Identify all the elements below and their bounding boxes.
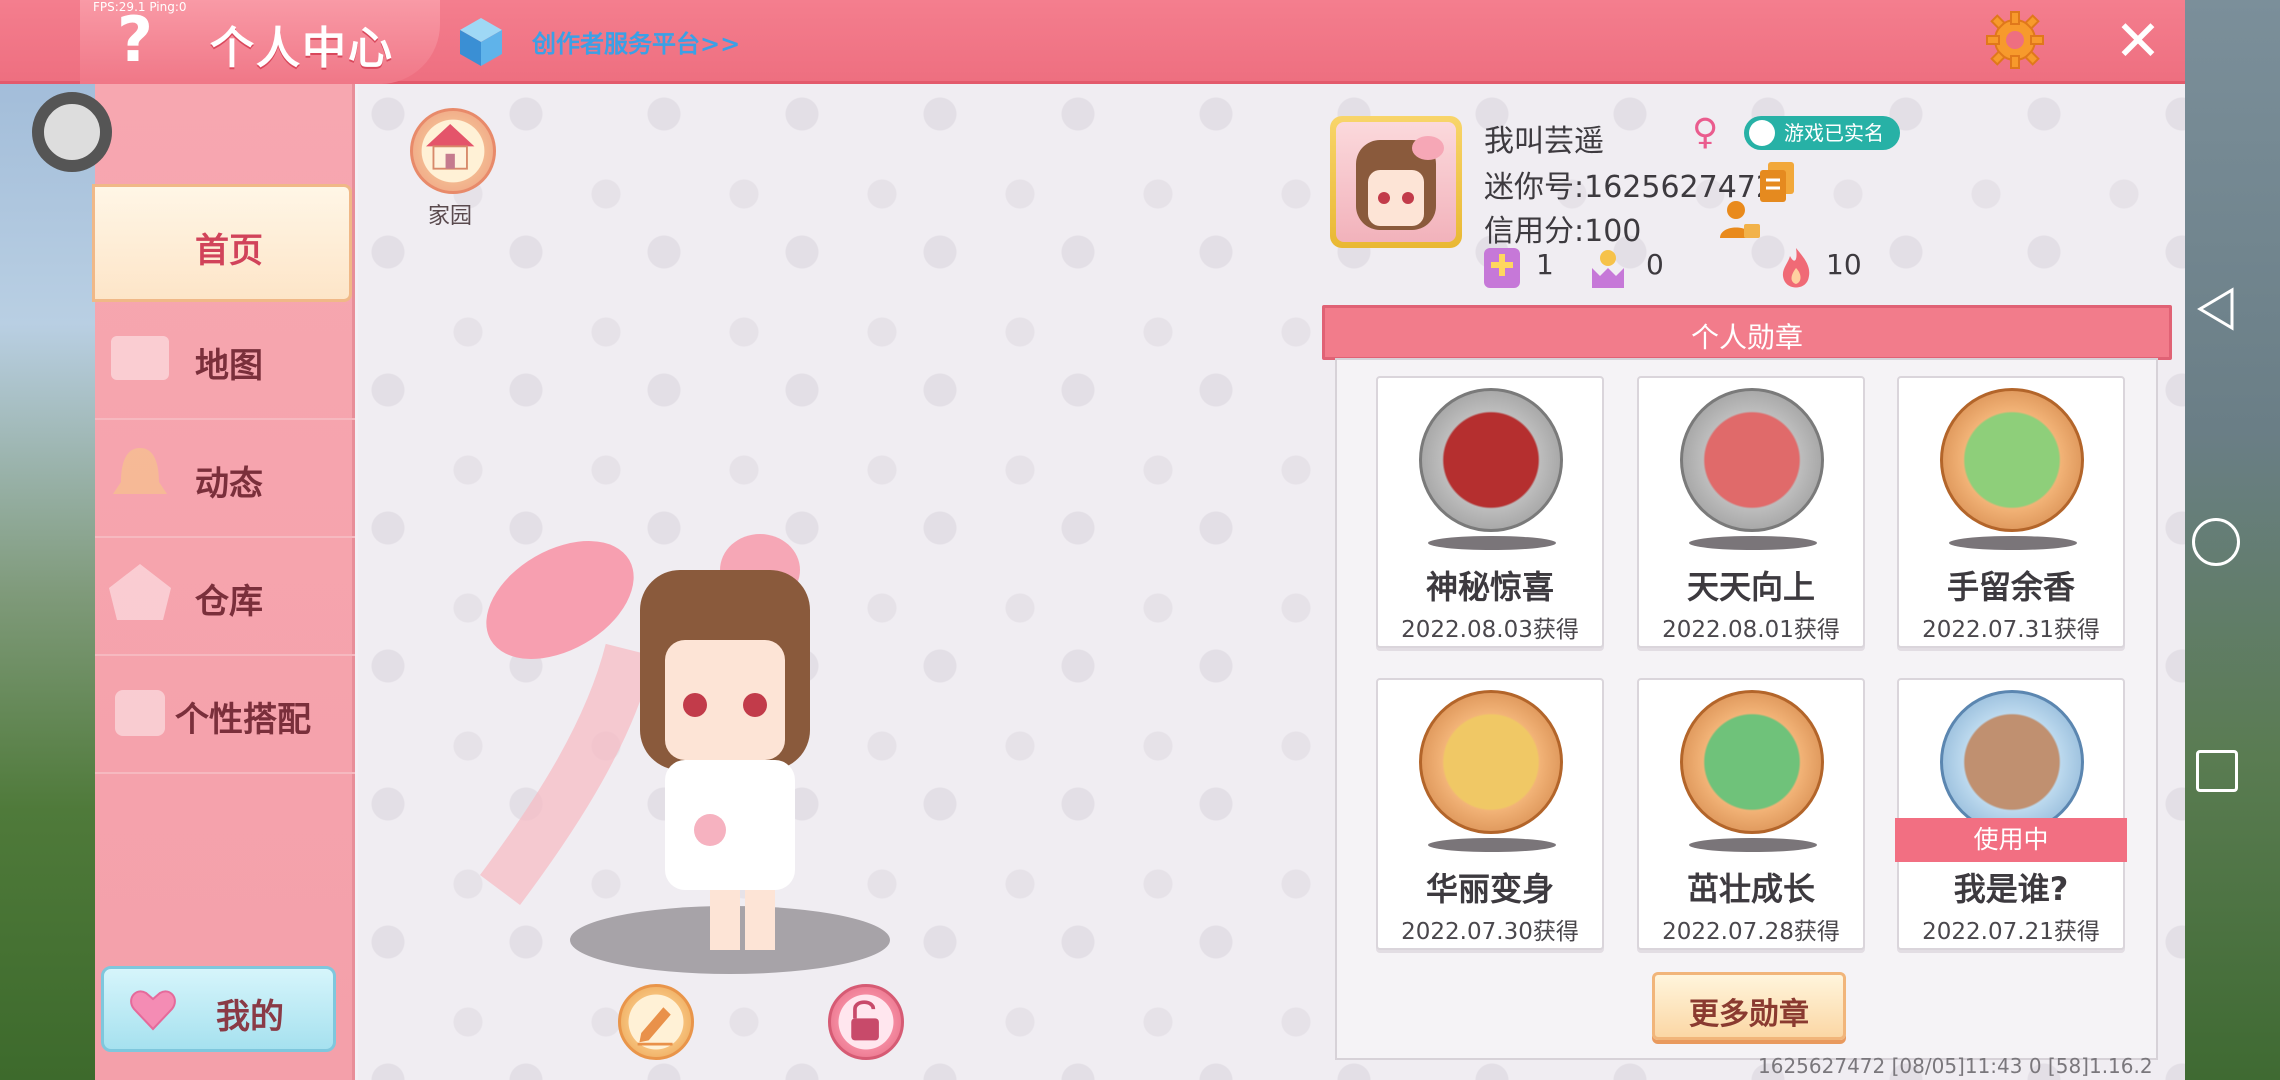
- home-label: 家园: [428, 204, 473, 229]
- back-icon[interactable]: [2196, 286, 2236, 332]
- person-card-icon[interactable]: [1718, 198, 1762, 242]
- house-icon: [426, 124, 475, 170]
- medal-header: 个人勋章: [1322, 305, 2172, 360]
- medal-card[interactable]: 手留余香 2022.07.31获得: [1897, 376, 2125, 648]
- popularity-count: 10: [1826, 248, 1862, 281]
- medal-date: 2022.07.21获得: [1922, 919, 2100, 945]
- medal-date: 2022.07.31获得: [1922, 617, 2100, 643]
- creator-platform-link[interactable]: 创作者服务平台>>: [532, 24, 740, 59]
- sidebar-item-map[interactable]: 地图: [95, 302, 355, 420]
- page-title: 个人中心: [210, 23, 394, 74]
- recent-apps-icon[interactable]: [2196, 750, 2238, 792]
- medal-name: 手留余香: [1946, 568, 2075, 606]
- sidebar-item-label: 个性搭配: [175, 700, 311, 740]
- growth-medal-icon: [1680, 690, 1824, 834]
- credit-score: 信用分:100: [1484, 214, 1642, 249]
- character-avatar: [479, 534, 890, 974]
- sidebar-item-label: 仓库: [195, 582, 263, 622]
- female-icon: ♀: [1692, 112, 1719, 153]
- sidebar-item-home[interactable]: 首页: [92, 184, 352, 302]
- sidebar-item-feed[interactable]: 动态: [95, 420, 355, 538]
- home-button[interactable]: [410, 108, 496, 194]
- medal-name: 茁壮成长: [1686, 870, 1815, 908]
- fans-count: 0: [1646, 248, 1664, 281]
- more-medals-button[interactable]: 更多勋章: [1652, 972, 1846, 1040]
- medal-date: 2022.08.01获得: [1662, 617, 1840, 643]
- gift-medal-icon: [1419, 388, 1563, 532]
- sidebar-item-label: 地图: [195, 346, 263, 386]
- medal-shadow: [1689, 838, 1817, 852]
- transform-medal-icon: [1419, 690, 1563, 834]
- close-icon[interactable]: ✕: [2108, 12, 2168, 72]
- footer-info: 1625627472 [08/05]11:43 0 [58]1.16.2: [1758, 1054, 2153, 1078]
- medal-shadow: [1428, 838, 1556, 852]
- add-friend-icon[interactable]: [1482, 246, 1522, 290]
- medal-date: 2022.08.03获得: [1401, 617, 1579, 643]
- outfit-icon: [115, 690, 165, 736]
- calendar-medal-icon: [1680, 388, 1824, 532]
- floating-assistive-ball[interactable]: [32, 92, 112, 172]
- sidebar: 首页 地图 动态 仓库 个性搭配: [92, 84, 355, 1080]
- medal-name: 我是谁?: [1953, 870, 2069, 908]
- verified-label: 游戏已实名: [1784, 121, 1884, 145]
- verified-badge: 游戏已实名: [1744, 116, 1900, 150]
- medal-card[interactable]: 华丽变身 2022.07.30获得: [1376, 678, 1604, 950]
- medal-shadow: [1949, 536, 2077, 550]
- medal-name: 天天向上: [1686, 568, 1815, 606]
- unlock-icon: [851, 1000, 879, 1041]
- pencil-icon: [637, 1007, 673, 1046]
- sidebar-item-label: 首页: [195, 231, 263, 271]
- medal-header-label: 个人勋章: [1690, 321, 1803, 354]
- cube-icon[interactable]: [458, 16, 504, 68]
- heart-icon: [130, 990, 176, 1031]
- my-button[interactable]: 我的: [101, 966, 336, 1052]
- sidebar-item-outfit[interactable]: 个性搭配: [95, 656, 355, 774]
- more-medals-label: 更多勋章: [1689, 997, 1809, 1032]
- medal-date: 2022.07.30获得: [1401, 919, 1579, 945]
- medal-shadow: [1689, 536, 1817, 550]
- medal-card[interactable]: 茁壮成长 2022.07.28获得: [1637, 678, 1865, 950]
- gear-icon[interactable]: [1985, 10, 2045, 70]
- medal-card[interactable]: 神秘惊喜 2022.08.03获得: [1376, 376, 1604, 648]
- fans-icon[interactable]: [1588, 246, 1628, 290]
- copy-icon[interactable]: [1758, 160, 1796, 204]
- bell-icon: [113, 448, 167, 494]
- medal-date: 2022.07.28获得: [1662, 919, 1840, 945]
- medal-name: 神秘惊喜: [1425, 568, 1554, 606]
- friend-count: 1: [1536, 248, 1554, 281]
- in-use-badge: 使用中: [1895, 818, 2127, 862]
- sidebar-item-label: 动态: [195, 464, 263, 504]
- home-nav-icon[interactable]: [2192, 518, 2240, 566]
- avatar[interactable]: [1330, 116, 1462, 248]
- help-icon[interactable]: ?: [105, 6, 165, 74]
- flame-icon[interactable]: [1776, 246, 1816, 290]
- medal-card[interactable]: 天天向上 2022.08.01获得: [1637, 376, 1865, 648]
- mail-medal-icon: [1940, 690, 2084, 834]
- person-check-icon: [1749, 120, 1775, 146]
- medal-card[interactable]: 使用中 我是谁? 2022.07.21获得: [1895, 678, 2127, 950]
- unlock-button[interactable]: [828, 984, 904, 1060]
- medal-name: 华丽变身: [1425, 870, 1554, 908]
- warehouse-icon: [109, 564, 171, 620]
- nickname: 我叫芸遥: [1484, 124, 1604, 159]
- flower-medal-icon: [1940, 388, 2084, 532]
- edit-button[interactable]: [618, 984, 694, 1060]
- sidebar-item-storage[interactable]: 仓库: [95, 538, 355, 656]
- avatar-portrait: [1356, 136, 1444, 230]
- map-icon: [111, 336, 169, 380]
- medal-shadow: [1428, 536, 1556, 550]
- my-button-label: 我的: [216, 997, 284, 1037]
